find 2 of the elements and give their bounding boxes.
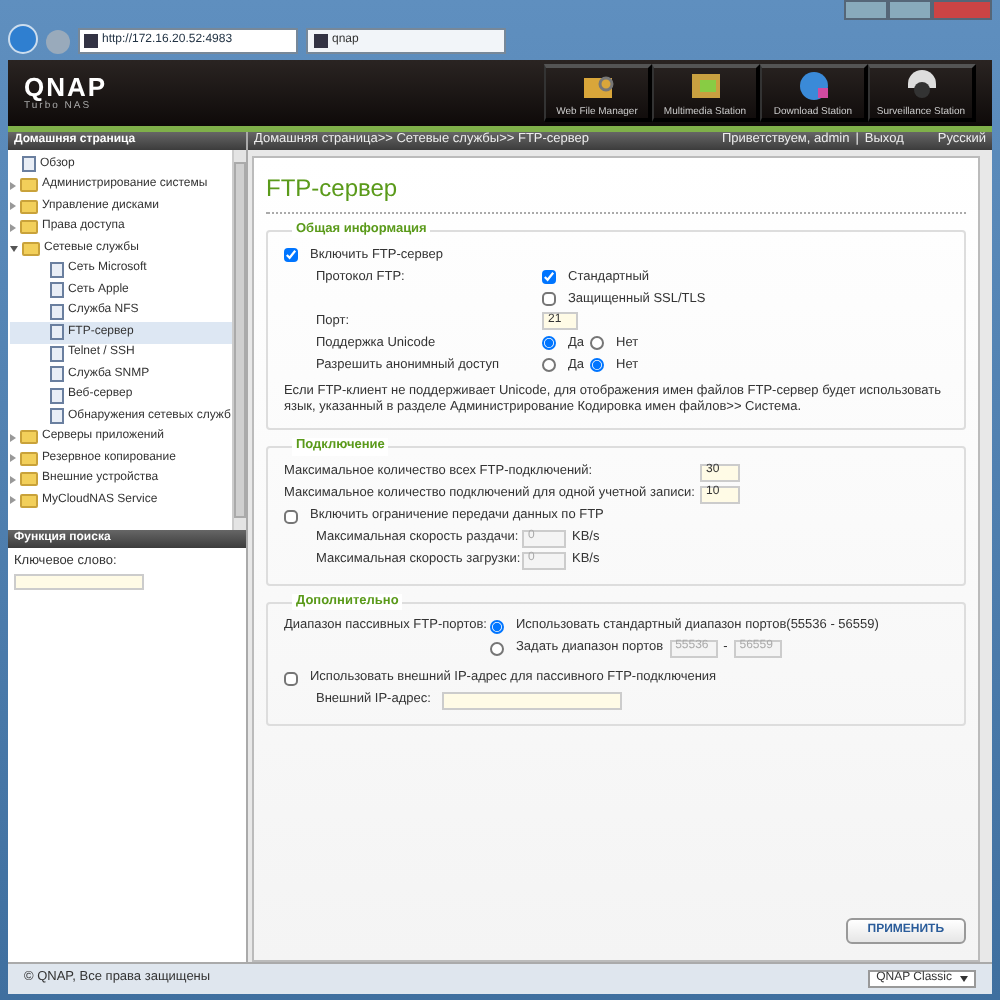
logo: QNAP — [24, 73, 108, 100]
page-title: FTP-сервер — [266, 174, 966, 214]
